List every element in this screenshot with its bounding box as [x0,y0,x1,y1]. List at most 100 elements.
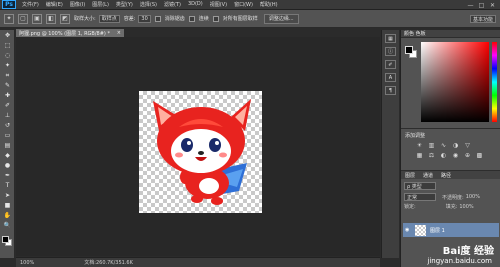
adjustments-row-1: ☀ ▥ ∿ ◑ ▽ [415,142,500,149]
paragraph-panel-icon[interactable]: ¶ [385,86,396,95]
layer-row[interactable]: ◉ 图层 1 [403,223,499,237]
zoom-level[interactable]: 100% [20,260,34,266]
maximize-button[interactable]: □ [476,1,487,9]
path-selection-tool-icon[interactable]: ➤ [2,191,13,200]
fill-value[interactable]: 100% [459,204,473,210]
marquee-tool-icon[interactable]: ⬚ [2,41,13,50]
color-panel-foreground-swatch[interactable] [405,46,413,54]
tab-paths[interactable]: 路径 [437,171,455,179]
new-selection-icon[interactable]: ▢ [18,13,28,24]
properties-panel-icon[interactable]: ⓘ [385,47,396,56]
subtract-selection-icon[interactable]: ◧ [46,13,56,24]
gradient-tool-icon[interactable]: ▤ [2,141,13,150]
lock-fill-row: 锁定: 填充: 100% [404,203,497,211]
blend-mode-select[interactable]: 正常 [404,193,436,201]
blend-opacity-row: 正常 不透明度: 100% [404,193,497,201]
magic-wand-tool-preset-icon[interactable]: ✦ [4,13,14,24]
menu-layer[interactable]: 图层(L) [92,1,109,8]
hue-slider[interactable] [492,42,497,122]
tab-channels[interactable]: 通道 [419,171,437,179]
photoshop-logo: Ps [2,0,16,9]
color-panel [401,38,500,128]
color-lookup-icon[interactable]: ▩ [475,152,484,159]
brush-tool-icon[interactable]: ✐ [2,101,13,110]
layer-thumbnail [415,224,426,236]
right-panels: 颜色 色板 添加调整 ☀ ▥ ∿ ◑ ▽ ▦ ⚖ ◐ ◉ ⊕ ▩ 图层 通道 路… [400,30,500,267]
foreground-color-swatch[interactable] [2,236,9,243]
character-panel-icon[interactable]: A [385,73,396,82]
menu-file[interactable]: 文件(F) [22,1,39,8]
menu-image[interactable]: 图像(I) [70,1,85,8]
menu-edit[interactable]: 编辑(E) [46,1,63,8]
document-info[interactable]: 文档:260.7K/351.6K [84,259,133,266]
sample-all-layers-checkbox[interactable] [212,15,219,22]
shape-tool-icon[interactable]: ■ [2,201,13,210]
dodge-tool-icon[interactable]: ● [2,161,13,170]
color-picker-field[interactable] [421,42,489,122]
brightness-contrast-icon[interactable]: ☀ [415,142,424,149]
exposure-icon[interactable]: ◑ [451,142,460,149]
eraser-tool-icon[interactable]: ▭ [2,131,13,140]
baidu-watermark: Bai度 经验 [442,246,494,257]
adjustments-row-2: ▦ ⚖ ◐ ◉ ⊕ ▩ [415,152,500,159]
curves-icon[interactable]: ∿ [439,142,448,149]
levels-icon[interactable]: ▥ [427,142,436,149]
color-panel-tabs[interactable]: 颜色 色板 [401,30,500,38]
antialias-label: 消除锯齿 [164,16,185,22]
options-bar: ✦ ▢ ▣ ◧ ◩ 取样大小: 取样点 容差: 30 消除锯齿 连续 对所有图层… [0,10,500,28]
refine-edge-button[interactable]: 调整边缘... [263,13,299,24]
magic-wand-tool-icon[interactable]: ✦ [2,61,13,70]
pen-tool-icon[interactable]: ✒ [2,171,13,180]
tolerance-input[interactable]: 30 [138,14,151,23]
move-tool-icon[interactable]: ✥ [2,31,13,40]
menu-view[interactable]: 视图(V) [210,1,227,8]
zoom-tool-icon[interactable]: 🔍 [2,221,13,230]
menu-bar: Ps 文件(F) 编辑(E) 图像(I) 图层(L) 类型(Y) 选择(S) 滤… [0,0,500,10]
color-balance-icon[interactable]: ⚖ [427,152,436,159]
add-to-selection-icon[interactable]: ▣ [32,13,42,24]
eyedropper-tool-icon[interactable]: ✎ [2,81,13,90]
sample-size-select[interactable]: 取样点 [98,14,120,23]
tab-layers[interactable]: 图层 [401,171,419,179]
brush-panel-icon[interactable]: ✐ [385,60,396,69]
photo-filter-icon[interactable]: ◉ [451,152,460,159]
history-panel-icon[interactable]: ▦ [385,34,396,43]
antialias-checkbox[interactable] [154,15,161,22]
layer-filter-row: ρ 类型 [404,182,497,190]
layer-kind-filter[interactable]: ρ 类型 [404,182,436,190]
menu-select[interactable]: 选择(S) [140,1,157,8]
type-tool-icon[interactable]: T [2,181,13,190]
document-tab[interactable]: 阿狸.png @ 100% (图层 1, RGB/8#) * × [16,29,124,37]
vibrance-icon[interactable]: ▽ [463,142,472,149]
minimize-button[interactable]: — [465,1,476,9]
blur-tool-icon[interactable]: ◆ [2,151,13,160]
crop-tool-icon[interactable]: ⌗ [2,71,13,80]
contiguous-label: 连续 [198,16,209,22]
document-image[interactable] [139,91,262,213]
sample-all-layers-label: 对所有图层取样 [222,16,258,22]
workspace-select[interactable]: 基本功能 [470,15,496,23]
clone-stamp-tool-icon[interactable]: ⊥ [2,111,13,120]
hand-tool-icon[interactable]: ✋ [2,211,13,220]
menu-type[interactable]: 类型(Y) [116,1,133,8]
layers-panel-tabs: 图层 通道 路径 [401,171,500,179]
menu-3d[interactable]: 3D(D) [188,1,203,8]
menu-window[interactable]: 窗口(W) [234,1,253,8]
visibility-eye-icon[interactable]: ◉ [405,227,412,233]
hue-saturation-icon[interactable]: ▦ [415,152,424,159]
channel-mixer-icon[interactable]: ⊕ [463,152,472,159]
opacity-value[interactable]: 100% [466,194,480,200]
adjustments-panel: 添加调整 ☀ ▥ ∿ ◑ ▽ ▦ ⚖ ◐ ◉ ⊕ ▩ [401,128,500,170]
intersect-selection-icon[interactable]: ◩ [60,13,70,24]
history-brush-tool-icon[interactable]: ↺ [2,121,13,130]
menu-filter[interactable]: 滤镜(T) [164,1,181,8]
contiguous-checkbox[interactable] [188,15,195,22]
layer-name[interactable]: 图层 1 [430,227,445,234]
close-window-button[interactable]: ✕ [487,1,498,9]
menu-help[interactable]: 帮助(H) [260,1,278,8]
lasso-tool-icon[interactable]: ◌ [2,51,13,60]
collapsed-panel-dock: ▦ ⓘ ✐ A ¶ [381,30,399,258]
close-document-icon[interactable]: × [117,30,121,36]
black-white-icon[interactable]: ◐ [439,152,448,159]
healing-brush-tool-icon[interactable]: ✚ [2,91,13,100]
